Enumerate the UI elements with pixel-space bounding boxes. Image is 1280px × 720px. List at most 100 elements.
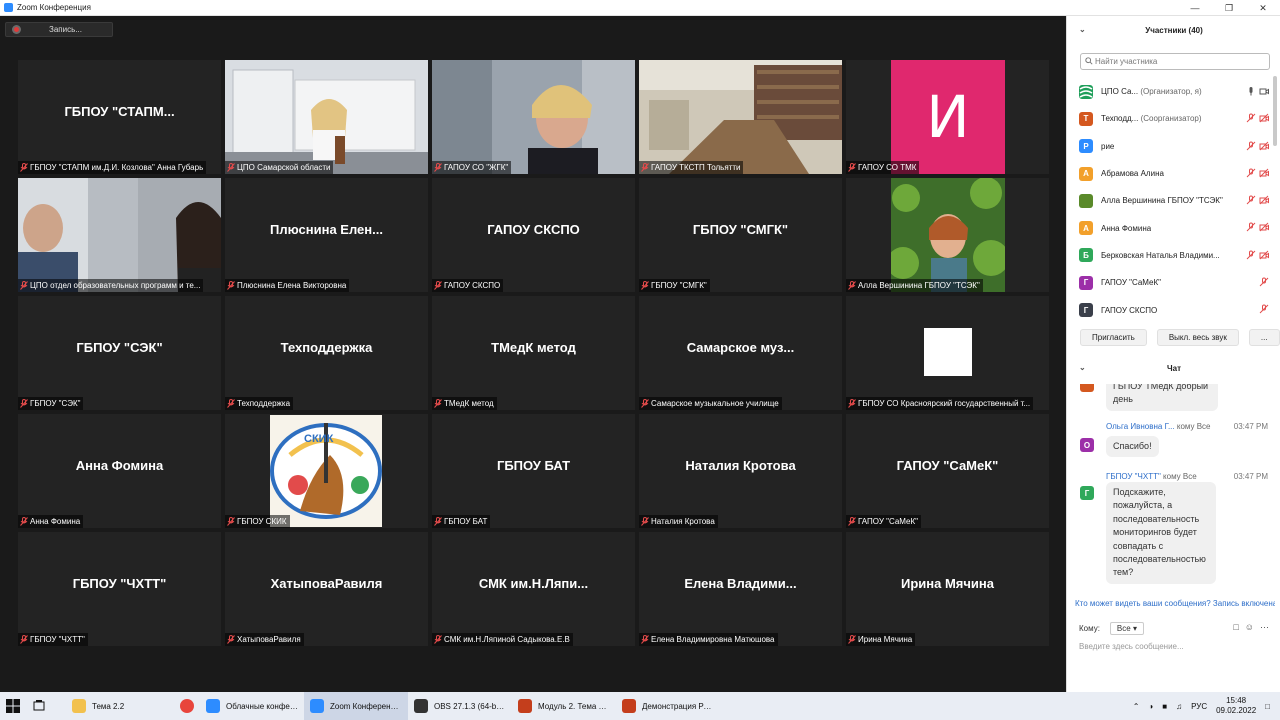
video-tile[interactable]: ГБПОУ "СЭК" ГБПОУ "СЭК"	[18, 296, 221, 410]
participant-row[interactable]: А Анна Фомина	[1079, 214, 1269, 241]
more-button[interactable]: ...	[1248, 329, 1280, 346]
taskbar-app[interactable]: Zoom Конференция	[304, 692, 408, 720]
video-tile[interactable]: Анна Фомина Анна Фомина	[18, 414, 221, 528]
window-titlebar: Zoom Конференция — ❐ ✕	[0, 0, 1280, 16]
emoji-icon[interactable]: ☺	[1245, 622, 1254, 633]
app-icon	[72, 699, 86, 713]
video-tile[interactable]: ГБПОУ БАТ ГБПОУ БАТ	[432, 414, 635, 528]
restore-icon[interactable]: ❐	[1212, 0, 1246, 16]
video-tile[interactable]: ГБПОУ "СМГК" ГБПОУ "СМГК"	[639, 178, 842, 292]
video-tile[interactable]: ХатыповаРавиля ХатыповаРавиля	[225, 532, 428, 646]
participant-status-icons	[1246, 113, 1269, 123]
chevron-down-icon[interactable]: ⌄	[1079, 363, 1086, 372]
participant-row[interactable]: Т Техподд... (Соорганизатор)	[1079, 105, 1269, 132]
app-icon	[310, 699, 324, 713]
mic-muted-icon	[641, 399, 649, 408]
video-tile[interactable]: Техподдержка Техподдержка	[225, 296, 428, 410]
chat-tools: □ ☺ ⋯	[1233, 622, 1269, 633]
video-tile[interactable]: ГАПОУ ТКСТП Тольятти	[639, 60, 842, 174]
task-view-button[interactable]	[26, 692, 52, 720]
video-tile[interactable]: Алла Вершинина ГБПОУ "ТСЭК"	[846, 178, 1049, 292]
chat-avatar: О	[1080, 438, 1094, 452]
language-indicator[interactable]: РУС	[1191, 702, 1207, 711]
chevron-up-icon[interactable]: ⌃	[1133, 702, 1140, 711]
volume-icon[interactable]: ♫	[1176, 702, 1182, 711]
participant-label: ХатыповаРавиля	[225, 633, 304, 646]
taskbar-app-label: OBS 27.1.3 (64-bit, ...	[434, 701, 506, 711]
participant-name: Берковская Наталья Владими...	[1101, 250, 1220, 260]
participant-label: Анна Фомина	[18, 515, 84, 528]
video-tile[interactable]: ГБПОУ "СТАПМ... ГБПОУ "СТАПМ им.Д.И. Козл…	[18, 60, 221, 174]
recipient-select[interactable]: Все ▾	[1109, 621, 1144, 635]
chat-bubble: ГБПОУ ТМедК добрый день	[1106, 384, 1218, 411]
chat-meta: Ольга Ивновна Г... кому Все	[1106, 422, 1211, 431]
notification-icon[interactable]: □	[1265, 702, 1270, 711]
record-icon	[12, 25, 21, 34]
mic-muted-icon	[1246, 141, 1256, 150]
chat-input[interactable]: Введите здесь сообщение...	[1079, 642, 1184, 651]
participant-search-input[interactable]: Найти участника	[1080, 53, 1270, 70]
video-tile[interactable]: И ГАПОУ СО ТМК	[846, 60, 1049, 174]
more-icon[interactable]: ⋯	[1260, 622, 1269, 633]
mic-muted-icon	[1246, 195, 1256, 205]
video-tile[interactable]: Елена Владими... Елена Владимировна Матюш…	[639, 532, 842, 646]
participant-row[interactable]: Г ГАПОУ "СаМеК"	[1079, 269, 1269, 296]
participant-label: ГБПОУ СКИК	[225, 515, 290, 528]
mic-muted-icon	[1259, 304, 1269, 314]
video-tile[interactable]: ЦПО отдел образовательных программ и те.…	[18, 178, 221, 292]
invite-button[interactable]: Пригласить	[1080, 329, 1147, 346]
taskbar-app[interactable]: Модуль 2. Тема 2.2...	[512, 692, 616, 720]
participant-label: ГБПОУ "СМГК"	[639, 279, 710, 292]
clock[interactable]: 15:48 09.02.2022	[1216, 696, 1256, 716]
microphone-icon[interactable]: ◑	[1148, 702, 1153, 711]
photo-icon	[1079, 193, 1093, 208]
video-tile[interactable]: ЦПО Самарской области	[225, 60, 428, 174]
taskbar-app[interactable]: Тема 2.2	[66, 692, 174, 720]
chevron-down-icon[interactable]: ⌄	[1079, 25, 1086, 34]
video-tile[interactable]: ТМедК метод ТМедК метод	[432, 296, 635, 410]
app-icon	[518, 699, 532, 713]
mic-muted-icon	[434, 399, 442, 408]
taskbar-app[interactable]	[174, 692, 200, 720]
participant-row[interactable]: Алла Вершинина ГБПОУ "ТСЭК"	[1079, 187, 1269, 214]
participants-scrollbar[interactable]	[1273, 76, 1277, 146]
video-tile[interactable]: ГАПОУ СКСПО ГАПОУ СКСПО	[432, 178, 635, 292]
participant-row[interactable]: Б Берковская Наталья Владими...	[1079, 242, 1269, 269]
participant-row[interactable]: Ррие	[1079, 133, 1269, 160]
file-icon[interactable]: □	[1233, 622, 1238, 633]
participant-label: СМК им.Н.Ляпиной Садыкова.Е.В	[432, 633, 573, 646]
participant-row[interactable]: ЦПО Са... (Организатор, я)	[1079, 78, 1269, 105]
chat-visibility-notice[interactable]: Кто может видеть ваши сообщения? Запись …	[1075, 599, 1275, 608]
participant-avatar: Т	[1079, 111, 1093, 126]
video-tile[interactable]: ГАПОУ "СаМеК" ГАПОУ "СаМеК"	[846, 414, 1049, 528]
taskbar-app[interactable]: OBS 27.1.3 (64-bit, ...	[408, 692, 512, 720]
taskbar-app[interactable]: Демонстрация Ро...	[616, 692, 720, 720]
video-tile[interactable]: Ирина Мячина Ирина Мячина	[846, 532, 1049, 646]
mic-muted-icon	[848, 281, 856, 290]
participant-name: Анна Фомина	[1101, 223, 1152, 233]
network-icon[interactable]: ■	[1162, 702, 1167, 711]
participant-label: Елена Владимировна Матюшова	[639, 633, 778, 646]
participant-row[interactable]: А Абрамова Алина	[1079, 160, 1269, 187]
taskbar-app[interactable]: Облачные конфер...	[200, 692, 304, 720]
minimize-icon[interactable]: —	[1178, 0, 1212, 16]
video-tile[interactable]: Наталия Кротова Наталия Кротова	[639, 414, 842, 528]
video-tile[interactable]: ГБПОУ СО Красноярский государственный т.…	[846, 296, 1049, 410]
participant-avatar: Г	[1079, 275, 1093, 290]
video-tile[interactable]: Самарское муз... Самарское музыкальное уч…	[639, 296, 842, 410]
close-icon[interactable]: ✕	[1246, 0, 1280, 16]
system-tray: ⌃ ◑ ■ ♫ РУС 15:48 09.02.2022 □	[1133, 692, 1280, 720]
video-tile[interactable]: СКИК ГБПОУ СКИК	[225, 414, 428, 528]
search-placeholder: Найти участника	[1095, 57, 1158, 66]
participant-status-icons	[1246, 250, 1269, 260]
mute-all-button[interactable]: Выкл. весь звук	[1156, 329, 1239, 346]
recording-indicator[interactable]: Запись...	[5, 22, 113, 37]
video-tile[interactable]: Плюснина Елен... Плюснина Елена Викторовн…	[225, 178, 428, 292]
participant-row[interactable]: Г ГАПОУ СКСПО	[1079, 296, 1269, 323]
participant-video	[639, 60, 842, 174]
video-tile[interactable]: СМК им.Н.Ляпи... СМК им.Н.Ляпиной Садыков…	[432, 532, 635, 646]
chat-header: ⌄ Чат	[1067, 356, 1280, 380]
start-button[interactable]	[0, 692, 26, 720]
video-tile[interactable]: ГАПОУ СО "ЖГК"	[432, 60, 635, 174]
video-tile[interactable]: ГБПОУ "ЧХТТ" ГБПОУ "ЧХТТ"	[18, 532, 221, 646]
